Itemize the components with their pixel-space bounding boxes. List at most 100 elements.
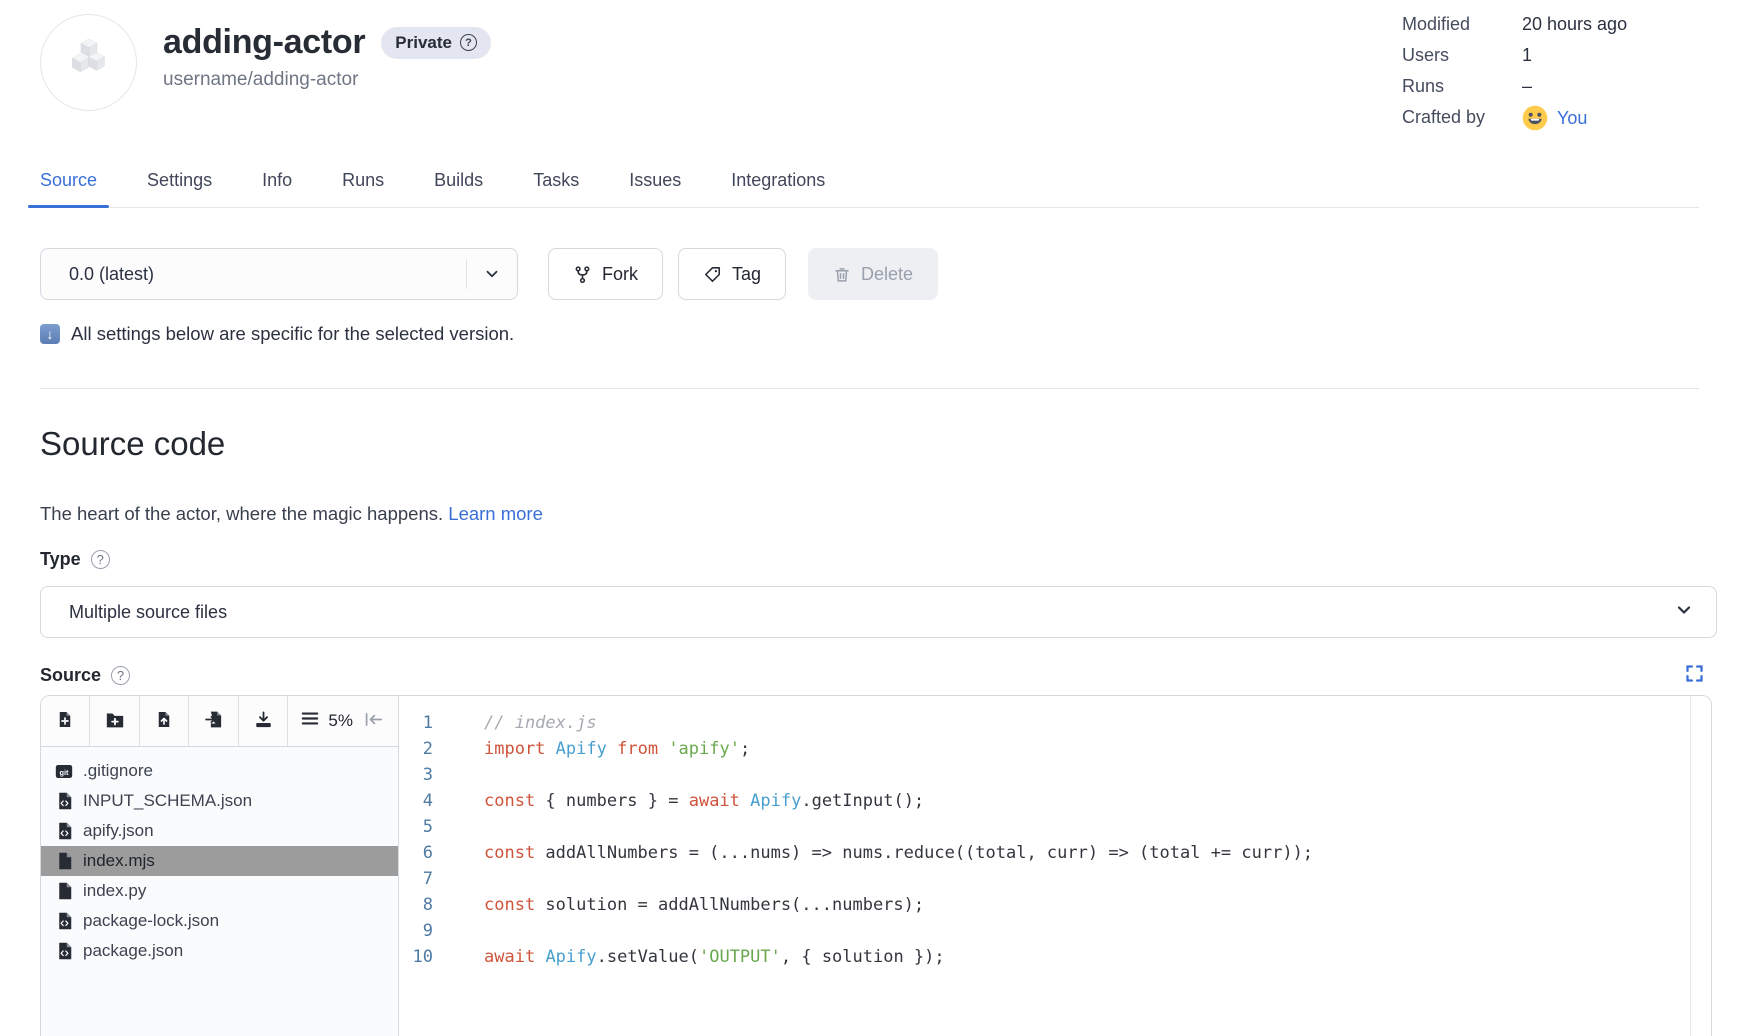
delete-button[interactable]: Delete xyxy=(808,248,938,300)
new-folder-icon xyxy=(105,711,125,732)
json-file-icon xyxy=(55,822,73,840)
new-file-icon xyxy=(56,710,74,732)
code-text: const solution = addAllNumbers(...number… xyxy=(484,892,924,918)
down-arrow-icon: ↓ xyxy=(40,324,60,344)
tab-issues[interactable]: Issues xyxy=(617,160,693,207)
tab-tasks[interactable]: Tasks xyxy=(521,160,591,207)
tab-bar: Source Settings Info Runs Builds Tasks Issues I… xyxy=(28,160,1699,208)
version-note: ↓ All settings below are specific for th… xyxy=(40,323,1699,345)
fullscreen-button[interactable] xyxy=(1684,663,1705,687)
new-folder-button[interactable] xyxy=(90,696,139,746)
import-file-button[interactable] xyxy=(189,696,238,746)
tab-source[interactable]: Source xyxy=(28,160,109,207)
meta-label: Runs xyxy=(1402,74,1522,98)
file-icon xyxy=(55,852,73,870)
actor-logo-cubes-icon xyxy=(58,29,120,96)
type-select-value: Multiple source files xyxy=(69,602,227,623)
collapse-left-icon xyxy=(364,712,383,730)
section-divider xyxy=(40,388,1699,389)
json-file-icon xyxy=(55,792,73,810)
code-line: 3 xyxy=(399,762,1690,788)
visibility-badge: Private ? xyxy=(381,27,491,59)
code-line: 9 xyxy=(399,918,1690,944)
page-title: adding-actor xyxy=(163,23,365,62)
json-file-icon xyxy=(55,912,73,930)
meta-label: Crafted by xyxy=(1402,105,1522,131)
line-number: 10 xyxy=(399,944,462,970)
code-line: 7 xyxy=(399,866,1690,892)
json-file-icon xyxy=(55,942,73,960)
code-text: await Apify.setValue('OUTPUT', { solutio… xyxy=(484,944,945,970)
line-number: 9 xyxy=(399,918,462,944)
source-help-icon[interactable]: ? xyxy=(111,666,130,685)
actor-detail-page: adding-actor Private ? username/adding-a… xyxy=(0,0,1738,1036)
code-line: 10 await Apify.setValue('OUTPUT', { solut… xyxy=(399,944,1690,970)
import-file-icon xyxy=(204,710,224,732)
code-line: 5 xyxy=(399,814,1690,840)
source-field-label: Source ? xyxy=(40,665,130,686)
smiley-avatar-icon xyxy=(1522,105,1548,131)
tab-settings[interactable]: Settings xyxy=(135,160,224,207)
file-icon xyxy=(55,882,73,900)
tag-button[interactable]: Tag xyxy=(678,248,786,300)
tab-builds[interactable]: Builds xyxy=(422,160,495,207)
version-select[interactable]: 0.0 (latest) xyxy=(40,248,518,300)
code-text: import Apify from 'apify'; xyxy=(484,736,750,762)
line-number: 4 xyxy=(399,788,462,814)
title-block: adding-actor Private ? username/adding-a… xyxy=(163,14,491,111)
trash-icon xyxy=(833,265,851,284)
file-item--gitignore[interactable]: git .gitignore xyxy=(41,756,398,786)
learn-more-link[interactable]: Learn more xyxy=(448,503,543,524)
collapse-sidebar-button[interactable] xyxy=(362,710,385,732)
editor-scrollbar[interactable] xyxy=(1690,696,1711,1036)
file-item-apify-json[interactable]: apify.json xyxy=(41,816,398,846)
type-select[interactable]: Multiple source files xyxy=(40,586,1717,638)
upload-file-button[interactable] xyxy=(140,696,189,746)
download-button[interactable] xyxy=(239,696,288,746)
actor-meta: Modified20 hours agoUsers1Runs–Crafted b… xyxy=(1402,12,1627,131)
zoom-control: 5% xyxy=(288,696,398,746)
code-line: 4const { numbers } = await Apify.getInpu… xyxy=(399,788,1690,814)
code-line: 2import Apify from 'apify'; xyxy=(399,736,1690,762)
actor-avatar xyxy=(40,14,137,111)
source-code-heading: Source code xyxy=(40,425,1699,463)
type-help-icon[interactable]: ? xyxy=(91,550,110,569)
line-number: 6 xyxy=(399,840,462,866)
crafted-by-link[interactable]: You xyxy=(1557,106,1587,130)
file-item-index-mjs[interactable]: index.mjs xyxy=(41,846,398,876)
actor-path: username/adding-actor xyxy=(163,69,491,91)
git-file-icon: git xyxy=(55,764,73,779)
svg-text:git: git xyxy=(60,767,70,776)
download-icon xyxy=(254,710,273,732)
file-item-input-schema-json[interactable]: INPUT_SCHEMA.json xyxy=(41,786,398,816)
fork-button[interactable]: Fork xyxy=(548,248,663,300)
list-icon xyxy=(301,711,319,731)
line-number: 7 xyxy=(399,866,462,892)
code-editor[interactable]: 1// index.js2import Apify from 'apify';3… xyxy=(399,696,1711,1036)
code-area: 1// index.js2import Apify from 'apify';3… xyxy=(399,696,1690,1036)
version-note-text: All settings below are specific for the … xyxy=(71,323,514,345)
file-name: index.mjs xyxy=(83,851,155,871)
file-name: .gitignore xyxy=(83,761,153,781)
badge-help-icon[interactable]: ? xyxy=(460,34,477,51)
file-item-package-json[interactable]: package.json xyxy=(41,936,398,966)
actor-header: adding-actor Private ? username/adding-a… xyxy=(40,0,1699,111)
file-name: INPUT_SCHEMA.json xyxy=(83,791,252,811)
chevron-down-icon xyxy=(1674,600,1694,625)
file-name: apify.json xyxy=(83,821,154,841)
code-line: 6 const addAllNumbers = (...nums) => nums… xyxy=(399,840,1690,866)
tab-integrations[interactable]: Integrations xyxy=(719,160,837,207)
tab-info[interactable]: Info xyxy=(250,160,304,207)
file-item-package-lock-json[interactable]: package-lock.json xyxy=(41,906,398,936)
fullscreen-icon xyxy=(1684,663,1705,687)
tab-runs[interactable]: Runs xyxy=(330,160,396,207)
file-toolbar: 5% xyxy=(41,696,398,747)
source-editor-panel: 5% git .gitignore INPUT_SCHEMA.json apify.j… xyxy=(40,695,1712,1036)
fork-icon xyxy=(573,265,592,284)
line-number: 8 xyxy=(399,892,462,918)
upload-file-icon xyxy=(155,710,173,732)
file-item-index-py[interactable]: index.py xyxy=(41,876,398,906)
zoom-level: 5% xyxy=(328,711,353,731)
new-file-button[interactable] xyxy=(41,696,90,746)
code-text: const addAllNumbers = (...nums) => nums.… xyxy=(484,840,1313,866)
